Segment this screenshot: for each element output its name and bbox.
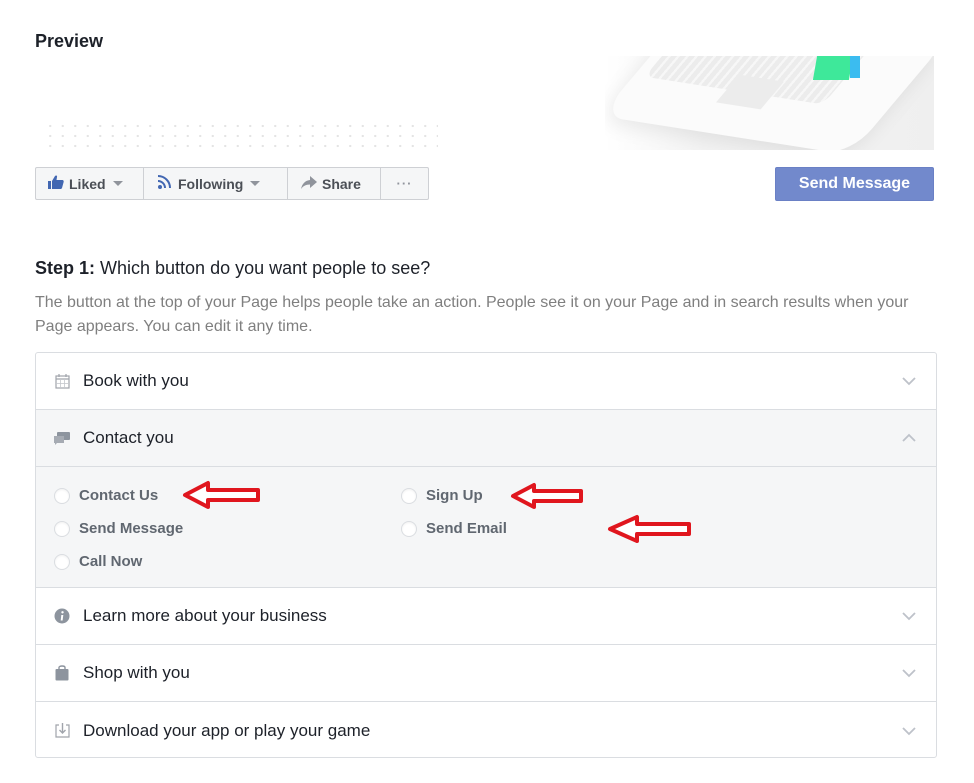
cover-dot-pattern bbox=[44, 121, 438, 149]
annotation-arrow-icon bbox=[511, 483, 583, 509]
radio-option-send-email[interactable]: Send Email bbox=[401, 520, 507, 537]
chevron-down-icon bbox=[902, 377, 916, 386]
annotation-arrow-icon bbox=[608, 515, 691, 543]
chevron-down-icon bbox=[902, 612, 916, 621]
radio-option-send-message[interactable]: Send Message bbox=[54, 520, 183, 537]
radio-option-contact-us[interactable]: Contact Us bbox=[54, 487, 158, 504]
page-preview-title: Preview bbox=[35, 31, 104, 51]
info-icon bbox=[53, 607, 71, 625]
category-contact-you[interactable]: Contact you bbox=[36, 410, 936, 467]
radio-button[interactable] bbox=[54, 520, 70, 537]
annotation-arrow-icon bbox=[183, 481, 260, 509]
following-label: Following bbox=[178, 175, 244, 192]
option-label: Contact Us bbox=[79, 487, 159, 504]
laptop-screen-green bbox=[812, 56, 854, 80]
radio-button[interactable] bbox=[54, 487, 70, 504]
contact-you-options: Contact Us Send Message Call Now Sign Up… bbox=[36, 467, 936, 588]
category-label: Learn more about your business bbox=[83, 606, 327, 625]
step-number: Step 1: bbox=[35, 258, 96, 278]
liked-label: Liked bbox=[69, 175, 106, 192]
option-label: Sign Up bbox=[426, 487, 483, 504]
page-action-buttons: Liked Following Share ··· bbox=[35, 167, 429, 200]
send-message-cta-button[interactable]: Send Message bbox=[775, 167, 934, 201]
thumbs-up-icon bbox=[48, 175, 64, 192]
calendar-icon bbox=[53, 372, 71, 390]
category-label: Contact you bbox=[83, 428, 174, 447]
laptop-screen-blue bbox=[850, 56, 860, 78]
button-category-accordion: Book with you Contact you Contact Us Sen… bbox=[35, 352, 937, 758]
category-label: Book with you bbox=[83, 371, 189, 390]
radio-option-call-now[interactable]: Call Now bbox=[54, 553, 142, 570]
following-button[interactable]: Following bbox=[144, 168, 288, 199]
share-button[interactable]: Share bbox=[288, 168, 381, 199]
category-shop-with-you[interactable]: Shop with you bbox=[36, 645, 936, 702]
option-label: Send Message bbox=[79, 520, 184, 537]
category-download-app[interactable]: Download your app or play your game bbox=[36, 702, 936, 757]
radio-button[interactable] bbox=[401, 520, 417, 537]
radio-option-sign-up[interactable]: Sign Up bbox=[401, 487, 483, 504]
radio-button[interactable] bbox=[54, 553, 70, 570]
chat-bubbles-icon bbox=[53, 429, 71, 447]
step-description: The button at the top of your Page helps… bbox=[35, 294, 909, 335]
more-dots-icon: ··· bbox=[396, 176, 413, 191]
download-icon bbox=[53, 722, 71, 740]
category-label: Download your app or play your game bbox=[83, 720, 371, 740]
radio-button[interactable] bbox=[401, 487, 417, 504]
category-book-with-you[interactable]: Book with you bbox=[36, 353, 936, 410]
rss-feed-icon bbox=[157, 175, 173, 192]
chevron-up-icon bbox=[902, 433, 916, 442]
chevron-down-icon bbox=[902, 726, 916, 735]
liked-button[interactable]: Liked bbox=[36, 168, 144, 199]
option-label: Call Now bbox=[79, 553, 143, 570]
chevron-down-icon bbox=[902, 669, 916, 678]
category-label: Shop with you bbox=[83, 663, 190, 682]
step-question: Which button do you want people to see? bbox=[95, 258, 431, 278]
step-heading: Step 1: Which button do you want people … bbox=[35, 258, 430, 279]
caret-down-icon bbox=[112, 181, 123, 186]
shopping-bag-icon bbox=[53, 664, 71, 682]
more-options-button[interactable]: ··· bbox=[381, 168, 428, 199]
caret-down-icon bbox=[250, 181, 261, 186]
cover-photo bbox=[605, 56, 934, 150]
option-label: Send Email bbox=[426, 520, 507, 537]
category-learn-more[interactable]: Learn more about your business bbox=[36, 588, 936, 645]
share-arrow-icon bbox=[301, 175, 317, 192]
share-label: Share bbox=[322, 175, 361, 192]
